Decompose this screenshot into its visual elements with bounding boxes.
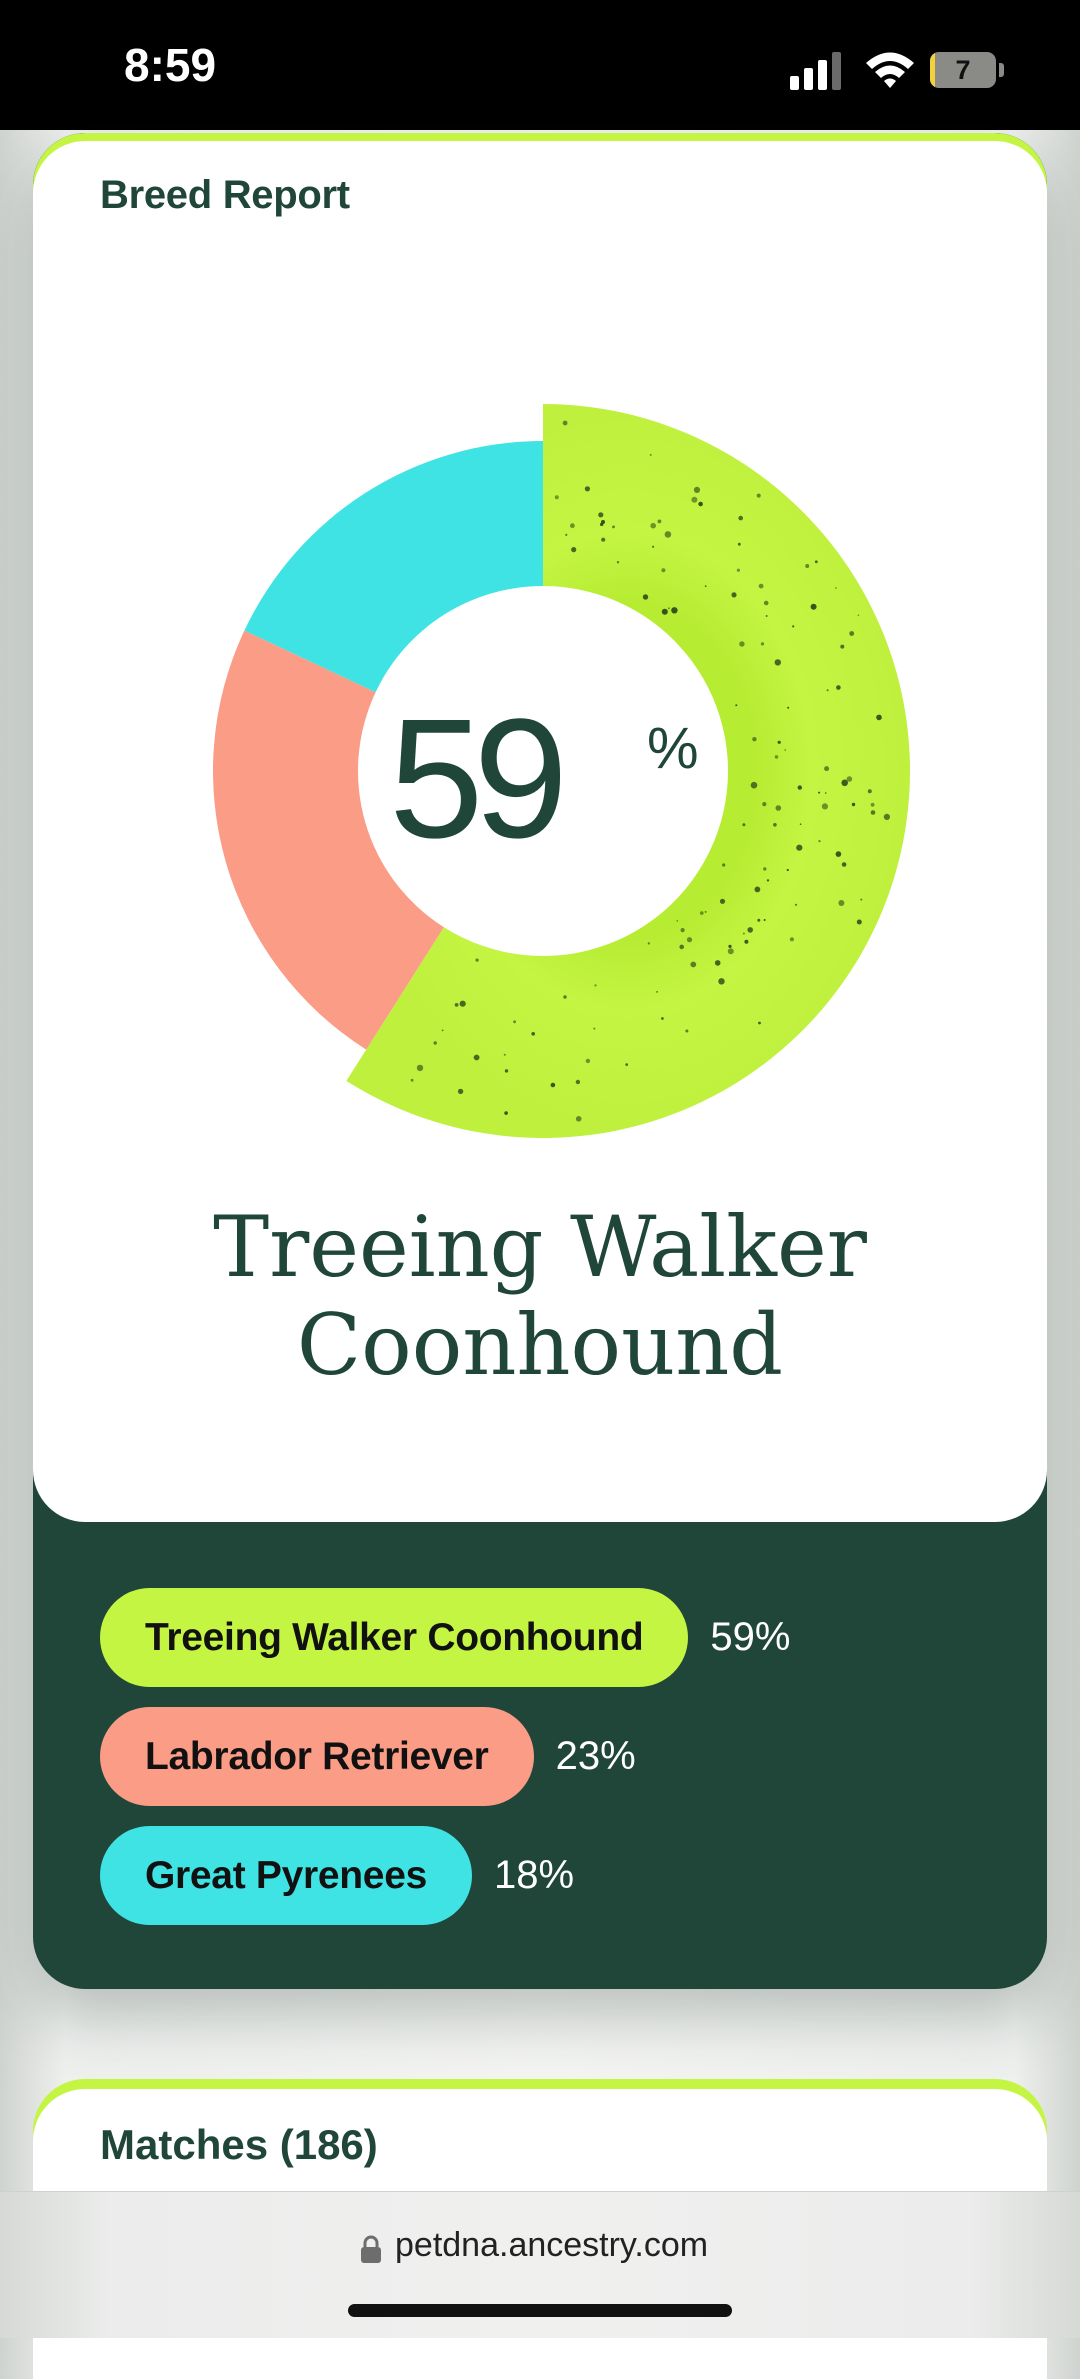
top-breed-percent-unit: % [647,716,699,781]
breed-percent: 18% [493,1853,575,1897]
breed-row-treeing-walker-coonhound[interactable]: Treeing Walker Coonhound 59% [100,1588,790,1687]
breed-pill[interactable]: Treeing Walker Coonhound [100,1588,689,1687]
breed-percent: 23% [555,1734,636,1778]
top-breed-percent: 59 % [389,679,719,879]
breed-report-title: Breed Report [100,173,350,217]
browser-url[interactable]: petdna.ancestry.com [395,2226,708,2265]
battery-level: 7 [955,55,971,85]
top-breed-name: Treeing Walker Coonhound [213,1198,867,1394]
breed-pill[interactable]: Labrador Retriever [100,1707,534,1806]
battery-icon: 7 [930,52,1006,90]
breed-percent: 59% [710,1615,791,1659]
breed-report-summary: Breed Report 59 % Treeing Walker Coonhou… [33,141,1047,1522]
breed-pill[interactable]: Great Pyrenees [100,1826,472,1925]
home-indicator[interactable] [348,2304,732,2317]
status-time: 8:59 [124,39,217,91]
browser-address-bar[interactable]: petdna.ancestry.com [0,2191,1080,2338]
breed-report-card[interactable]: Breed Report 59 % Treeing Walker Coonhou… [33,133,1047,1989]
top-breed-percent-value: 59 [389,684,568,874]
cellular-signal-icon [790,52,841,90]
lock-icon [361,2235,381,2263]
breed-row-great-pyrenees[interactable]: Great Pyrenees 18% [100,1826,790,1925]
breed-list: Treeing Walker Coonhound 59% Labrador Ret… [100,1588,790,1945]
wifi-icon [866,52,914,88]
breed-row-labrador-retriever[interactable]: Labrador Retriever 23% [100,1707,790,1806]
status-bar: 8:59 7 [0,0,1080,130]
matches-title[interactable]: Matches (186) [100,2121,378,2169]
